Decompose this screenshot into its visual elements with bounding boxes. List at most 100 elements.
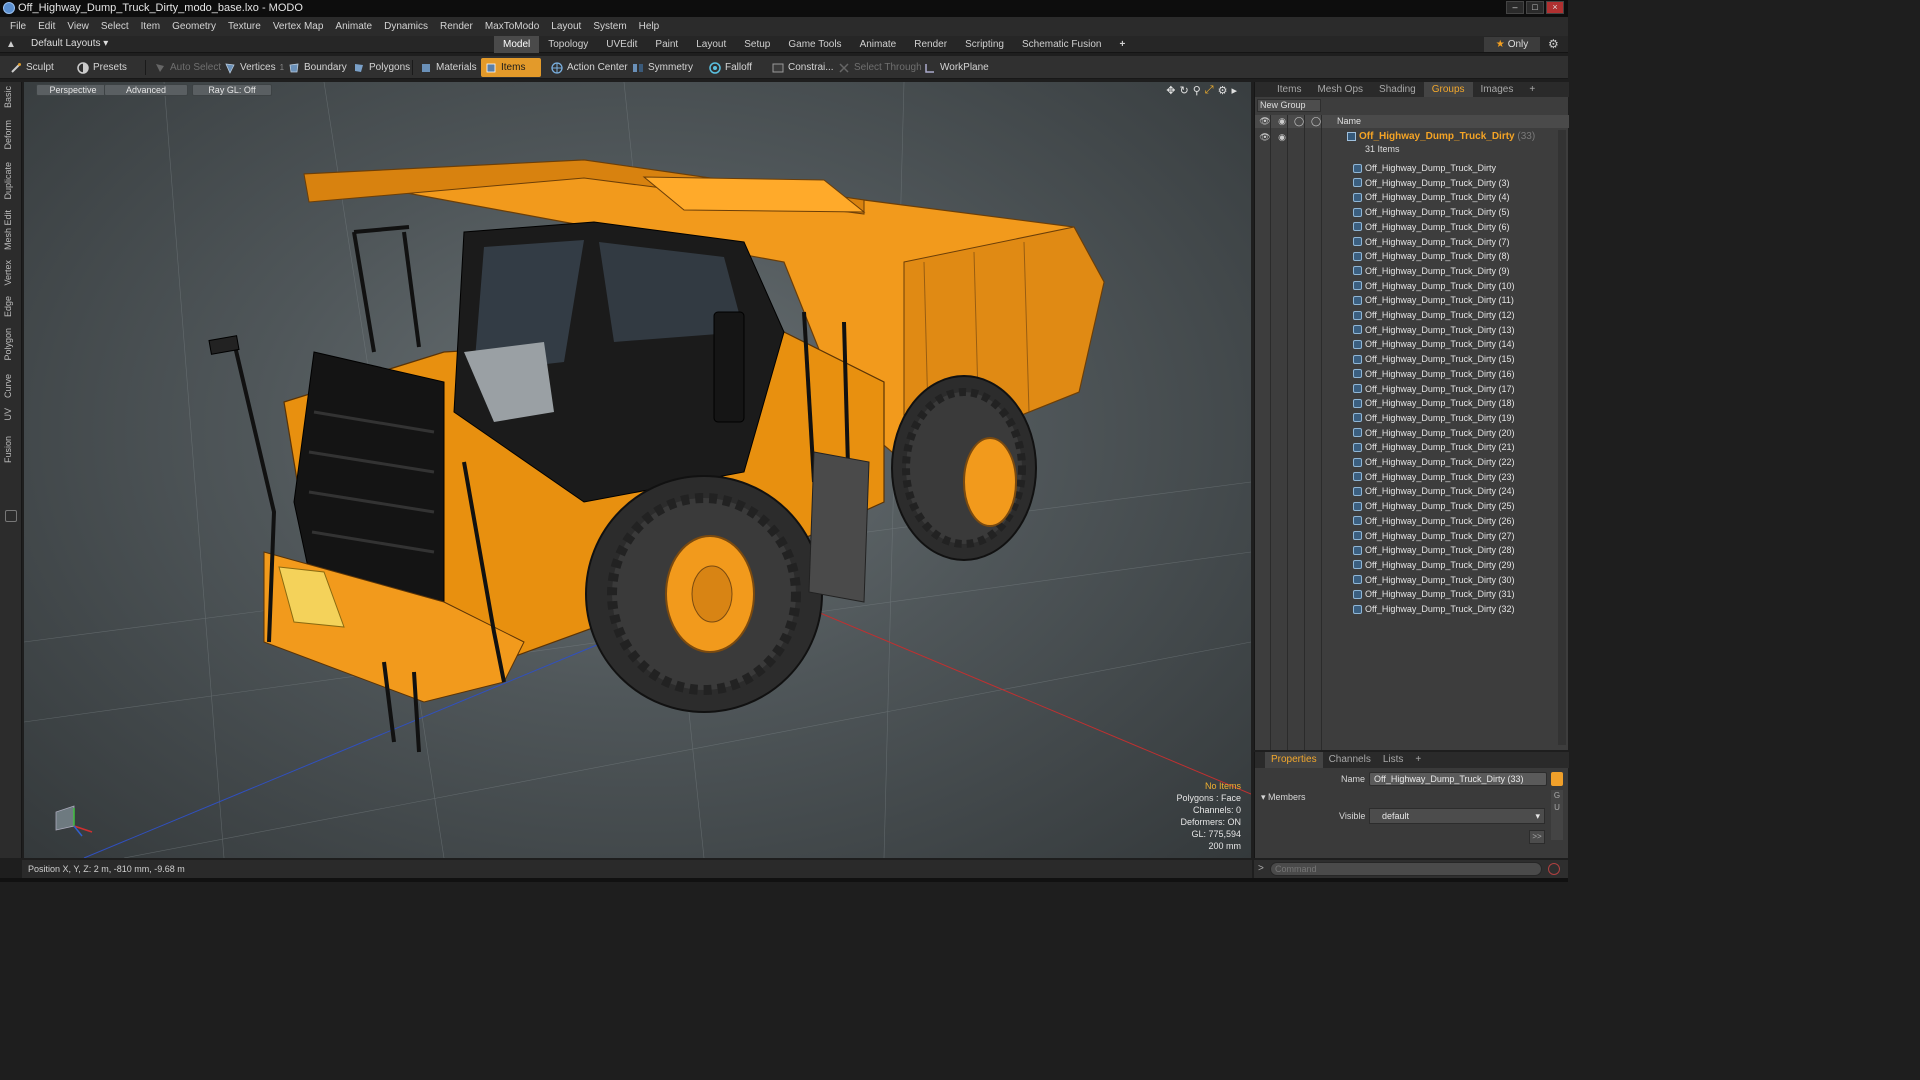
- more-button[interactable]: >>: [1529, 830, 1545, 844]
- list-item[interactable]: Off_Highway_Dump_Truck_Dirty (28): [1353, 543, 1515, 557]
- vtab-edge[interactable]: Edge: [3, 296, 19, 317]
- tab-animate[interactable]: Animate: [851, 36, 906, 53]
- new-group-button[interactable]: New Group: [1257, 99, 1321, 112]
- name-column-header[interactable]: Name: [1337, 116, 1361, 126]
- move-view-icon[interactable]: ✥: [1166, 84, 1175, 97]
- group-color-swatch[interactable]: [1551, 772, 1563, 786]
- list-item[interactable]: Off_Highway_Dump_Truck_Dirty (19): [1353, 411, 1515, 425]
- tab-mesh-ops[interactable]: Mesh Ops: [1309, 82, 1371, 97]
- boundary-button[interactable]: Boundary: [284, 58, 351, 77]
- menu-animate[interactable]: Animate: [329, 17, 378, 36]
- tab-game-tools[interactable]: Game Tools: [779, 36, 850, 53]
- menu-file[interactable]: File: [4, 17, 32, 36]
- vtab-uv[interactable]: UV: [3, 408, 19, 421]
- tab-properties[interactable]: Properties: [1265, 752, 1323, 768]
- list-item[interactable]: Off_Highway_Dump_Truck_Dirty (17): [1353, 382, 1515, 396]
- render-toggle-icon[interactable]: ◉: [1274, 131, 1290, 144]
- menu-texture[interactable]: Texture: [222, 17, 267, 36]
- constraint-button[interactable]: Constrai...: [768, 58, 838, 77]
- workplane-button[interactable]: WorkPlane: [920, 58, 993, 77]
- list-item[interactable]: Off_Highway_Dump_Truck_Dirty: [1353, 161, 1496, 175]
- list-item[interactable]: Off_Highway_Dump_Truck_Dirty (24): [1353, 484, 1515, 498]
- tab-render[interactable]: Render: [905, 36, 956, 53]
- command-stop-icon[interactable]: [1548, 863, 1560, 875]
- members-expander[interactable]: ▾ Members: [1261, 792, 1306, 803]
- list-item[interactable]: Off_Highway_Dump_Truck_Dirty (13): [1353, 323, 1515, 337]
- minimize-button[interactable]: –: [1506, 1, 1524, 14]
- only-toggle[interactable]: ★ Only: [1484, 37, 1540, 52]
- list-item[interactable]: Off_Highway_Dump_Truck_Dirty (7): [1353, 235, 1510, 249]
- tab-topology[interactable]: Topology: [539, 36, 597, 53]
- side-tabs[interactable]: G U: [1551, 790, 1563, 840]
- select-through-button[interactable]: Select Through: [834, 58, 926, 77]
- list-item[interactable]: Off_Highway_Dump_Truck_Dirty (20): [1353, 426, 1515, 440]
- eye-icon[interactable]: 👁: [1257, 131, 1273, 144]
- vtab-duplicate[interactable]: Duplicate: [3, 162, 19, 200]
- menu-maxtomodo[interactable]: MaxToModo: [479, 17, 545, 36]
- add-properties-tab-button[interactable]: +: [1409, 752, 1427, 768]
- items-button[interactable]: Items: [481, 58, 541, 77]
- tab-model[interactable]: Model: [494, 36, 540, 53]
- list-item[interactable]: Off_Highway_Dump_Truck_Dirty (3): [1353, 176, 1510, 190]
- list-item[interactable]: Off_Highway_Dump_Truck_Dirty (14): [1353, 337, 1515, 351]
- menu-system[interactable]: System: [587, 17, 632, 36]
- action-center-button[interactable]: Action Center: [547, 58, 632, 77]
- menu-edit[interactable]: Edit: [32, 17, 61, 36]
- tab-images[interactable]: Images: [1473, 82, 1522, 97]
- list-item[interactable]: Off_Highway_Dump_Truck_Dirty (8): [1353, 249, 1510, 263]
- default-layouts-dropdown[interactable]: Default Layouts ▾: [31, 38, 108, 49]
- list-item[interactable]: Off_Highway_Dump_Truck_Dirty (9): [1353, 264, 1510, 278]
- vtab-polygon[interactable]: Polygon: [3, 328, 19, 361]
- viewport-settings-icon[interactable]: ⚙: [1218, 84, 1228, 97]
- groups-scrollbar[interactable]: [1558, 130, 1566, 745]
- menu-vertex-map[interactable]: Vertex Map: [267, 17, 330, 36]
- list-item[interactable]: Off_Highway_Dump_Truck_Dirty (4): [1353, 190, 1510, 204]
- list-item[interactable]: Off_Highway_Dump_Truck_Dirty (30): [1353, 573, 1515, 587]
- menu-layout[interactable]: Layout: [545, 17, 587, 36]
- layout-arrow-icon[interactable]: ▲: [6, 39, 16, 50]
- fit-view-icon[interactable]: ⤢: [1205, 84, 1214, 97]
- materials-button[interactable]: Materials: [416, 58, 481, 77]
- add-tab-button[interactable]: +: [1110, 36, 1134, 53]
- list-item[interactable]: Off_Highway_Dump_Truck_Dirty (31): [1353, 587, 1515, 601]
- viewport-menu-arrow-icon[interactable]: ▸: [1231, 84, 1237, 97]
- list-item[interactable]: Off_Highway_Dump_Truck_Dirty (27): [1353, 529, 1515, 543]
- menu-select[interactable]: Select: [95, 17, 135, 36]
- list-item[interactable]: Off_Highway_Dump_Truck_Dirty (29): [1353, 558, 1515, 572]
- vtab-mesh-edit[interactable]: Mesh Edit: [3, 210, 19, 250]
- tab-lists[interactable]: Lists: [1377, 752, 1410, 768]
- 3d-viewport[interactable]: Perspective Advanced Ray GL: Off ✥ ↻ ⚲ ⤢…: [24, 82, 1251, 858]
- tab-setup[interactable]: Setup: [735, 36, 779, 53]
- close-button[interactable]: ×: [1546, 1, 1564, 14]
- falloff-button[interactable]: Falloff: [705, 58, 756, 77]
- list-item[interactable]: Off_Highway_Dump_Truck_Dirty (21): [1353, 440, 1515, 454]
- tab-shading[interactable]: Shading: [1371, 82, 1424, 97]
- menu-render[interactable]: Render: [434, 17, 479, 36]
- vtab-curve[interactable]: Curve: [3, 374, 19, 398]
- add-panel-tab-button[interactable]: +: [1521, 82, 1543, 97]
- menu-item[interactable]: Item: [135, 17, 166, 36]
- name-field[interactable]: Off_Highway_Dump_Truck_Dirty (33): [1369, 772, 1547, 786]
- tab-uvedit[interactable]: UVEdit: [597, 36, 646, 53]
- list-item[interactable]: Off_Highway_Dump_Truck_Dirty (23): [1353, 470, 1515, 484]
- list-item[interactable]: Off_Highway_Dump_Truck_Dirty (15): [1353, 352, 1515, 366]
- zoom-view-icon[interactable]: ⚲: [1193, 84, 1201, 97]
- vtab-vertex[interactable]: Vertex: [3, 260, 19, 286]
- symmetry-button[interactable]: Symmetry: [628, 58, 697, 77]
- vertices-button[interactable]: Vertices 1: [220, 58, 288, 77]
- tab-schematic-fusion[interactable]: Schematic Fusion: [1013, 36, 1110, 53]
- list-item[interactable]: Off_Highway_Dump_Truck_Dirty (22): [1353, 455, 1515, 469]
- shading-dropdown[interactable]: Advanced: [104, 84, 188, 96]
- tab-groups[interactable]: Groups: [1423, 82, 1473, 97]
- tab-scripting[interactable]: Scripting: [956, 36, 1013, 53]
- auto-select-button[interactable]: Auto Select: [150, 58, 225, 77]
- menu-dynamics[interactable]: Dynamics: [378, 17, 434, 36]
- sculpt-button[interactable]: Sculpt: [6, 58, 58, 77]
- list-item[interactable]: Off_Highway_Dump_Truck_Dirty (11): [1353, 293, 1514, 307]
- maximize-button[interactable]: □: [1526, 1, 1544, 14]
- menu-geometry[interactable]: Geometry: [166, 17, 222, 36]
- tab-layout[interactable]: Layout: [687, 36, 735, 53]
- group-row[interactable]: 👁 ◉ Off_Highway_Dump_Truck_Dirty (33) 31…: [1255, 130, 1555, 154]
- vtab-deform[interactable]: Deform: [3, 120, 19, 150]
- list-item[interactable]: Off_Highway_Dump_Truck_Dirty (10): [1353, 279, 1515, 293]
